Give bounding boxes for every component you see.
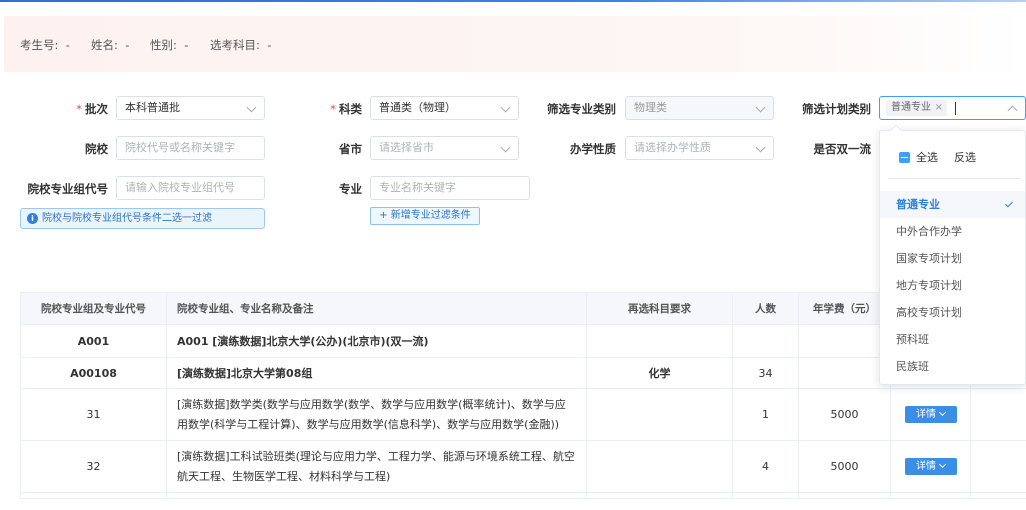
info-icon: i: [27, 213, 38, 224]
chevron-down-icon: [246, 102, 257, 113]
detail-button[interactable]: 详情: [904, 458, 957, 475]
dropdown-option[interactable]: 预科班: [880, 326, 1025, 353]
count-cell: 34: [732, 357, 799, 389]
count-cell: [732, 324, 799, 358]
results-table: 院校专业组及专业代号 院校专业组、专业名称及备注 再选科目要求 人数 年学费（元…: [20, 292, 1026, 499]
divider: [888, 178, 1020, 179]
close-icon[interactable]: ×: [935, 100, 943, 116]
chevron-down-icon: [938, 408, 947, 417]
action-cell: 详情: [890, 388, 971, 441]
dropdown-option[interactable]: 国家专项计划: [880, 245, 1025, 272]
add-major-filter-button[interactable]: + 新增专业过滤条件: [370, 207, 480, 225]
major-input[interactable]: 专业名称关键字: [370, 176, 530, 200]
major-code-cell: 31: [20, 388, 167, 441]
category-label: * 科类: [330, 102, 362, 116]
filter-notice: i 院校与院校专业组代号条件二选一过滤: [20, 208, 265, 229]
fee-cell: 5000: [798, 388, 891, 441]
major-code-cell: 32: [20, 440, 167, 493]
col-header-fee: 年学费（元）: [798, 292, 891, 325]
group-name-cell: [演练数据]北京大学第08组: [166, 357, 587, 389]
candidate-info-bar: 考生号: - 姓名: - 性别: - 选考科目: -: [4, 16, 1026, 72]
candidate-no: 考生号: -: [20, 38, 70, 52]
dropdown-option[interactable]: 中外合作办学: [880, 218, 1025, 245]
detail-button[interactable]: 详情: [904, 406, 957, 423]
table-header-row: 院校专业组及专业代号 院校专业组、专业名称及备注 再选科目要求 人数 年学费（元…: [20, 292, 1026, 325]
major-name-cell: [演练数据]工科试验班类(理论与应用力学、工程力学、能源与环境系统工程、航空航天…: [166, 440, 587, 493]
school-name-link[interactable]: A001 [演练数据]北京大学(公办)(北京市)(双一流): [166, 324, 587, 358]
category-select[interactable]: 普通类（物理）: [370, 96, 519, 120]
count-cell: 1: [732, 388, 799, 441]
school-label: 院校: [85, 142, 108, 156]
plan-type-label: 筛选计划类别: [802, 102, 871, 116]
col-header-requirement: 再选科目要求: [586, 292, 733, 325]
chevron-down-icon: [938, 460, 947, 469]
action-cell: 详情: [890, 440, 971, 493]
select-all-checkbox[interactable]: [899, 152, 910, 163]
table-row: 31 [演练数据]数学类(数学与应用数学(数学、数学与应用数学(概率统计)、数学…: [20, 388, 1026, 441]
requirement-cell: 化学: [586, 357, 733, 389]
dropdown-option[interactable]: 地方专项计划: [880, 272, 1025, 299]
group-code-cell: A00108: [20, 357, 167, 389]
fee-cell: [798, 357, 891, 389]
major-type-select[interactable]: 物理类: [625, 96, 774, 120]
dropdown-option[interactable]: 高校专项计划: [880, 299, 1025, 326]
table-row: [20, 492, 1026, 499]
fee-cell: [798, 324, 891, 358]
major-type-label: 筛选专业类别: [547, 102, 616, 116]
fee-cell: 5000: [798, 440, 891, 493]
requirement-cell: [586, 440, 733, 493]
candidate-subjects: 选考科目: -: [210, 38, 272, 52]
dropdown-arrow: [890, 124, 902, 136]
batch-label: * 批次: [76, 102, 108, 116]
candidate-gender: 性别: -: [150, 38, 189, 52]
count-cell: 4: [732, 440, 799, 493]
group-code-input[interactable]: 请输入院校专业组代号: [116, 176, 265, 200]
selected-tag: 普通专业 ×: [886, 100, 947, 116]
extra-cell: [970, 440, 1026, 493]
select-all-button[interactable]: 全选: [916, 149, 938, 165]
school-input[interactable]: 院校代号或名称关键字: [116, 136, 265, 160]
major-label: 专业: [339, 182, 362, 196]
chevron-down-icon: [755, 142, 766, 153]
invert-selection-button[interactable]: 反选: [954, 149, 976, 165]
chevron-down-icon: [500, 142, 511, 153]
col-header-code: 院校专业组及专业代号: [20, 292, 167, 325]
province-select[interactable]: 请选择省市: [370, 136, 519, 160]
plan-type-dropdown: 全选 反选 普通专业 中外合作办学 国家专项计划 地方专项计划 高校专项计划 预…: [879, 124, 1026, 385]
col-header-count: 人数: [732, 292, 799, 325]
dropdown-option[interactable]: 普通专业: [880, 191, 1025, 218]
candidate-name: 姓名: -: [91, 38, 130, 52]
chevron-down-icon: [755, 102, 766, 113]
requirement-cell: [586, 324, 733, 358]
nature-label: 办学性质: [570, 142, 616, 156]
plan-type-select[interactable]: 普通专业 ×: [879, 96, 1026, 120]
top-accent-line: [0, 0, 1026, 2]
table-row: A001 A001 [演练数据]北京大学(公办)(北京市)(双一流): [20, 324, 1026, 358]
table-row: A00108 [演练数据]北京大学第08组 化学 34: [20, 357, 1026, 389]
batch-select[interactable]: 本科普通批: [116, 96, 265, 120]
text-caret: [955, 102, 956, 115]
chevron-down-icon: [500, 102, 511, 113]
extra-cell: [970, 388, 1026, 441]
major-name-cell: [演练数据]数学类(数学与应用数学(数学、数学与应用数学(概率统计)、数学与应用…: [166, 388, 587, 441]
nature-select[interactable]: 请选择办学性质: [625, 136, 774, 160]
group-code-label: 院校专业组代号: [27, 182, 109, 196]
school-code-link[interactable]: A001: [20, 324, 167, 358]
check-icon: [1005, 199, 1013, 208]
col-header-name: 院校专业组、专业名称及备注: [166, 292, 587, 325]
province-label: 省市: [339, 142, 362, 156]
requirement-cell: [586, 388, 733, 441]
chevron-up-icon: [1007, 105, 1018, 116]
table-row: 32 [演练数据]工科试验班类(理论与应用力学、工程力学、能源与环境系统工程、航…: [20, 440, 1026, 493]
double-first-label: 是否双一流: [813, 142, 872, 156]
dropdown-option[interactable]: 民族班: [880, 353, 1025, 380]
